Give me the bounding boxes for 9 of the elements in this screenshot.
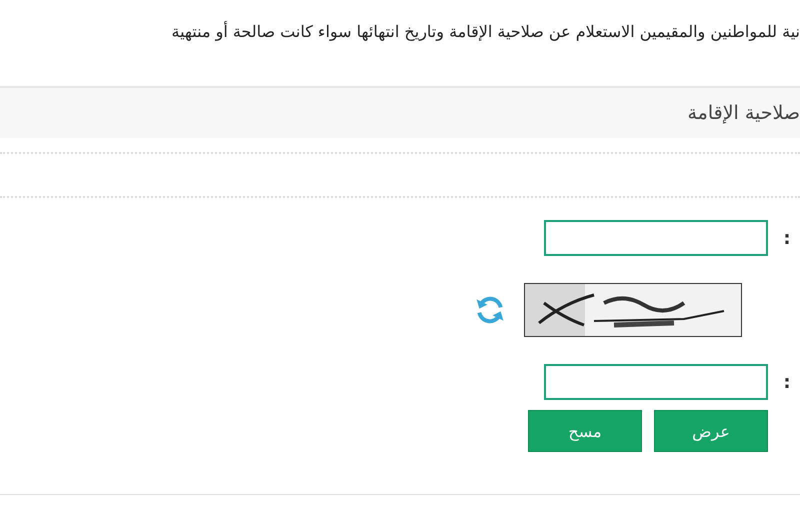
intro-text: نية للمواطنين والمقيمين الاستعلام عن صلاحية الإقامة وتاريخ انتهائها سواء كانت صالحة أو منتهية xyxy=(170,20,800,43)
field-label: : xyxy=(782,228,792,248)
input-field[interactable] xyxy=(544,364,768,400)
field-label: : xyxy=(782,372,792,392)
section-title: صلاحية الإقامة xyxy=(687,102,800,124)
view-button[interactable]: عرض xyxy=(654,410,768,452)
refresh-icon[interactable] xyxy=(474,294,506,326)
clear-button[interactable]: مسح xyxy=(528,410,642,452)
input-field[interactable] xyxy=(544,220,768,256)
